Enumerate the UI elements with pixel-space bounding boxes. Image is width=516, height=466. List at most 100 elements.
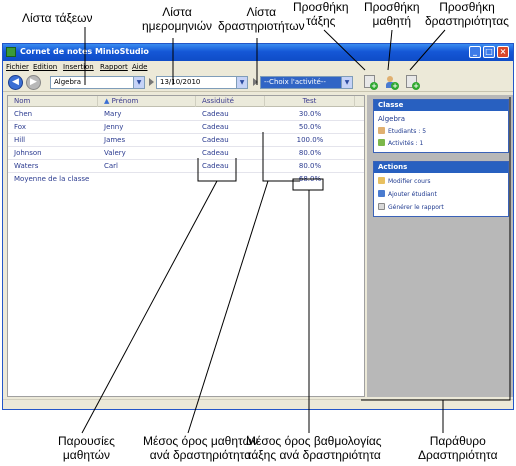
column-header-test[interactable]: Test	[265, 96, 355, 107]
cell-prenom: Jenny	[104, 123, 124, 131]
cell-nom: Johnson	[14, 149, 42, 157]
annotation-activity-list: Λίστα δραστηριοτήτων	[218, 5, 305, 33]
cell-assiduite[interactable]: Cadeau	[196, 160, 229, 173]
menu-insertion[interactable]: Insertion	[63, 63, 94, 71]
plus-icon: +	[391, 82, 399, 90]
date-select[interactable]: 13/10/2010 ▼	[156, 76, 248, 89]
title-bar[interactable]: Cornet de notes MinioStudio _ □ ×	[3, 44, 513, 61]
activity-side-window: Classe Algebra Etudiants : 5 Activités :…	[367, 95, 513, 397]
menu-edition[interactable]: Edition	[33, 63, 57, 71]
actions-panel: Actions Modifier cours Ajouter étudiant …	[373, 161, 509, 217]
maximize-icon[interactable]: □	[483, 46, 495, 58]
column-header-assiduite[interactable]: Assiduité	[196, 96, 265, 107]
class-panel: Classe Algebra Etudiants : 5 Activités :…	[373, 99, 509, 153]
cell-assiduite[interactable]: Cadeau	[196, 134, 229, 147]
edit-icon	[378, 177, 385, 184]
activities-count: Activités : 1	[378, 139, 423, 147]
class-panel-header: Classe	[374, 100, 508, 111]
students-icon	[378, 127, 385, 134]
activities-count-label: Activités : 1	[388, 140, 424, 147]
chevron-down-icon[interactable]: ▼	[341, 77, 352, 88]
forward-icon[interactable]: ▶	[26, 75, 41, 90]
cell-assiduite[interactable]: Cadeau	[196, 108, 229, 121]
back-icon[interactable]: ◀	[8, 75, 23, 90]
window-title: Cornet de notes MinioStudio	[20, 47, 149, 56]
annotation-class-list: Λίστα τάξεων	[22, 11, 93, 25]
cell-nom: Waters	[14, 162, 39, 170]
table-row[interactable]: Fox Jenny Cadeau 50.0%	[8, 121, 364, 134]
close-icon[interactable]: ×	[497, 46, 509, 58]
cell-test[interactable]: 30.0%	[265, 108, 355, 121]
app-window: Cornet de notes MinioStudio _ □ × Fichie…	[2, 43, 514, 410]
menu-fichier[interactable]: Fichier	[6, 63, 29, 71]
annotation-student-average: Μέσος όρος μαθητών ανά δραστηριότητα	[143, 434, 258, 462]
cell-nom: Fox	[14, 123, 26, 131]
add-class-button[interactable]: +	[362, 74, 378, 91]
cell-assiduite[interactable]: Cadeau	[196, 121, 229, 134]
class-average-row: Moyenne de la classe 68.0%	[8, 173, 364, 186]
column-header-prenom-label: Prénom	[111, 97, 139, 105]
class-average-value: 68.0%	[298, 175, 322, 183]
table-row[interactable]: Waters Carl Cadeau 80.0%	[8, 160, 364, 173]
annotation-class-average: Μέσος όρος βαθμολογίας τάξης ανά δραστηρ…	[246, 434, 382, 462]
date-select-value: 13/10/2010	[160, 78, 201, 86]
table-row[interactable]: Johnson Valery Cadeau 80.0%	[8, 147, 364, 160]
plus-icon: +	[370, 82, 378, 90]
add-student-icon	[378, 190, 385, 197]
action-add-student-label: Ajouter étudiant	[388, 191, 437, 198]
action-generate-report[interactable]: Générer le rapport	[378, 203, 444, 211]
app-icon	[6, 47, 16, 57]
annotation-add-student: Προσθήκη μαθητή	[364, 0, 420, 28]
chevron-down-icon[interactable]: ▼	[133, 77, 144, 88]
cell-nom: Hill	[14, 136, 26, 144]
annotation-date-list: Λίστα ημερομηνιών	[142, 5, 213, 33]
cell-prenom: James	[104, 136, 126, 144]
cell-prenom: Carl	[104, 162, 118, 170]
cell-prenom: Valery	[104, 149, 126, 157]
action-modify-course[interactable]: Modifier cours	[378, 177, 431, 185]
chevron-down-icon[interactable]: ▼	[236, 77, 247, 88]
annotation-add-class: Προσθήκη τάξης	[293, 0, 349, 28]
students-count-label: Etudiants : 5	[388, 128, 427, 135]
class-select-value: Algebra	[54, 78, 82, 86]
table-row[interactable]: Chen Mary Cadeau 30.0%	[8, 108, 364, 121]
menu-bar: Fichier Edition Insertion Rapport Aide	[3, 61, 513, 73]
activity-select[interactable]: --Choix l'activité-- ▼	[260, 76, 353, 89]
sort-ascending-icon: ▲	[104, 97, 110, 105]
toolbar: ◀ ▶ Algebra ▼ 13/10/2010 ▼ --Choix l'act…	[3, 73, 513, 92]
plus-icon: +	[412, 82, 420, 90]
annotation-attendance: Παρουσίες μαθητών	[58, 434, 115, 462]
cell-nom: Chen	[14, 110, 33, 118]
students-count: Etudiants : 5	[378, 127, 426, 135]
action-modify-course-label: Modifier cours	[388, 178, 431, 185]
annotation-add-activity: Προσθήκη δραστηριότητας	[425, 0, 509, 28]
cell-assiduite[interactable]: Cadeau	[196, 147, 229, 160]
add-student-button[interactable]: +	[383, 74, 399, 91]
status-bar	[3, 399, 513, 409]
action-add-student[interactable]: Ajouter étudiant	[378, 190, 437, 198]
report-icon	[378, 203, 385, 210]
menu-aide[interactable]: Aide	[132, 63, 147, 71]
menu-rapport[interactable]: Rapport	[100, 63, 128, 71]
cell-test[interactable]: 80.0%	[265, 160, 355, 173]
actions-panel-header: Actions	[374, 162, 508, 173]
class-name[interactable]: Algebra	[378, 115, 405, 123]
arrow-right-icon	[253, 78, 258, 86]
activity-select-value: --Choix l'activité--	[264, 78, 326, 86]
minimize-icon[interactable]: _	[469, 46, 481, 58]
class-select[interactable]: Algebra ▼	[50, 76, 145, 89]
table-row[interactable]: Hill James Cadeau 100.0%	[8, 134, 364, 147]
arrow-right-icon	[149, 78, 154, 86]
action-generate-report-label: Générer le rapport	[388, 204, 444, 211]
grades-table: Nom ▲ Prénom Assiduité Test Chen Mary Ca…	[7, 95, 365, 397]
activities-icon	[378, 139, 385, 146]
column-header-prenom[interactable]: ▲ Prénom	[98, 96, 196, 107]
add-activity-button[interactable]: +	[404, 74, 420, 91]
class-average-label: Moyenne de la classe	[14, 175, 90, 183]
cell-test[interactable]: 100.0%	[265, 134, 355, 147]
cell-test[interactable]: 50.0%	[265, 121, 355, 134]
cell-test[interactable]: 80.0%	[265, 147, 355, 160]
annotation-activity-window: Παράθυρο Δραστηριότητα	[418, 434, 498, 462]
column-header-nom[interactable]: Nom	[8, 96, 98, 107]
table-header: Nom ▲ Prénom Assiduité Test	[8, 96, 364, 107]
